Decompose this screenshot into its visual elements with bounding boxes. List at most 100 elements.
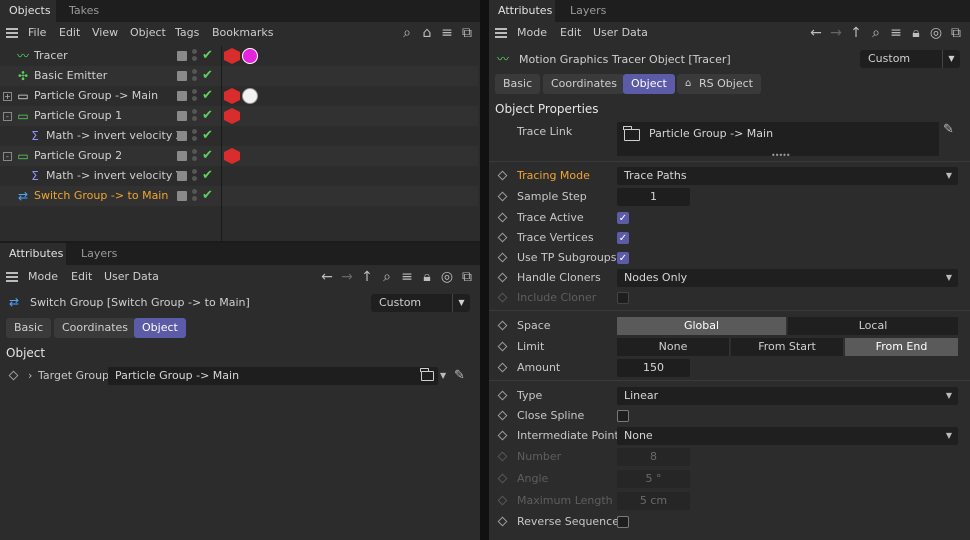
- search-icon[interactable]: ⌕: [398, 22, 416, 44]
- menu-mode[interactable]: Mode: [517, 22, 547, 44]
- basic-button[interactable]: Basic: [6, 318, 52, 338]
- keyframe-diamond-icon[interactable]: [497, 362, 508, 373]
- new-window-icon[interactable]: ⧉: [947, 22, 965, 44]
- enabled-check-icon[interactable]: ✔: [202, 106, 213, 126]
- close-spline-checkbox[interactable]: [617, 410, 629, 422]
- forward-arrow-icon[interactable]: →: [827, 22, 845, 44]
- hamburger-icon[interactable]: [495, 28, 507, 38]
- keyframe-diamond-icon[interactable]: [497, 191, 508, 202]
- keyframe-diamond-icon[interactable]: [497, 410, 508, 421]
- menu-object[interactable]: Object: [130, 22, 166, 44]
- new-window-icon[interactable]: ⧉: [458, 22, 476, 44]
- white-ball-tag-icon[interactable]: [242, 88, 258, 104]
- forward-arrow-icon[interactable]: →: [338, 265, 356, 289]
- tracing-mode-dropdown[interactable]: Trace Paths ▼: [617, 167, 958, 185]
- limit-none-option[interactable]: None: [617, 338, 730, 356]
- limit-from-end-option[interactable]: From End: [845, 338, 958, 356]
- hamburger-icon[interactable]: [6, 272, 18, 282]
- visibility-dots[interactable]: [192, 149, 198, 163]
- tab-layers[interactable]: Layers: [72, 243, 126, 265]
- menu-user-data[interactable]: User Data: [593, 22, 648, 44]
- home-icon[interactable]: ⌂: [418, 22, 436, 44]
- menu-tags[interactable]: Tags: [175, 22, 199, 44]
- keyframe-diamond-icon[interactable]: [497, 232, 508, 243]
- edit-icon[interactable]: [177, 71, 187, 81]
- enabled-check-icon[interactable]: ✔: [202, 66, 213, 86]
- edit-icon[interactable]: [177, 51, 187, 61]
- preset-dropdown[interactable]: Custom ▼: [860, 50, 960, 68]
- handle-cloners-dropdown[interactable]: Nodes Only ▼: [617, 269, 958, 287]
- preset-dropdown[interactable]: Custom ▼: [371, 294, 470, 312]
- reverse-sequence-checkbox[interactable]: [617, 516, 629, 528]
- tree-row-particle-group-2[interactable]: - ▭ Particle Group 2 ✔: [0, 146, 478, 166]
- magenta-ball-tag-icon[interactable]: [242, 48, 258, 64]
- tree-row-math-z[interactable]: Σ Math -> invert velocity Z ✔: [0, 126, 478, 146]
- tree-row-math-y[interactable]: Σ Math -> invert velocity Y ✔: [0, 166, 478, 186]
- visibility-dots[interactable]: [192, 69, 198, 83]
- trace-vertices-checkbox[interactable]: ✓: [617, 232, 629, 244]
- cube-tag-icon[interactable]: [224, 108, 240, 124]
- tab-takes[interactable]: Takes: [60, 0, 108, 22]
- visibility-dots[interactable]: [192, 169, 198, 183]
- new-window-icon[interactable]: ⧉: [458, 265, 476, 289]
- cube-tag-icon[interactable]: [224, 48, 240, 64]
- edit-icon[interactable]: [177, 131, 187, 141]
- tree-row-emitter[interactable]: ✣ Basic Emitter ✔: [0, 66, 478, 86]
- edit-icon[interactable]: [177, 191, 187, 201]
- keyframe-diamond-icon[interactable]: [497, 390, 508, 401]
- cube-tag-icon[interactable]: [224, 148, 240, 164]
- menu-bookmarks[interactable]: Bookmarks: [212, 22, 273, 44]
- chevron-down-icon[interactable]: ▼: [440, 366, 446, 386]
- tree-row-tracer[interactable]: 〰 Tracer ✔: [0, 46, 478, 66]
- visibility-dots[interactable]: [192, 49, 198, 63]
- enabled-check-icon[interactable]: ✔: [202, 186, 213, 206]
- edit-icon[interactable]: [177, 91, 187, 101]
- keyframe-diamond-icon[interactable]: [497, 516, 508, 527]
- menu-edit[interactable]: Edit: [59, 22, 80, 44]
- visibility-dots[interactable]: [192, 129, 198, 143]
- coordinates-button[interactable]: Coordinates: [54, 318, 137, 338]
- expand-icon[interactable]: +: [3, 92, 12, 101]
- tab-attributes[interactable]: Attributes: [489, 0, 555, 22]
- filter-icon[interactable]: ≡: [887, 22, 905, 44]
- picker-icon[interactable]: ✎: [454, 366, 465, 386]
- chevron-right-icon[interactable]: ›: [28, 366, 32, 386]
- keyframe-diamond-icon[interactable]: [497, 272, 508, 283]
- menu-edit[interactable]: Edit: [560, 22, 581, 44]
- collapse-icon[interactable]: -: [3, 112, 12, 121]
- up-arrow-icon[interactable]: ↑: [847, 22, 865, 44]
- enabled-check-icon[interactable]: ✔: [202, 126, 213, 146]
- lock-icon[interactable]: 🔒︎: [418, 265, 436, 289]
- enabled-check-icon[interactable]: ✔: [202, 166, 213, 186]
- tab-layers[interactable]: Layers: [561, 0, 615, 22]
- edit-icon[interactable]: [177, 171, 187, 181]
- back-arrow-icon[interactable]: ←: [318, 265, 336, 289]
- coordinates-button[interactable]: Coordinates: [543, 74, 626, 94]
- type-dropdown[interactable]: Linear ▼: [617, 387, 958, 405]
- rs-object-button[interactable]: ⌂ RS Object: [677, 74, 761, 94]
- lock-icon[interactable]: 🔒︎: [907, 22, 925, 44]
- up-arrow-icon[interactable]: ↑: [358, 265, 376, 289]
- keyframe-diamond-icon[interactable]: [497, 252, 508, 263]
- intermediate-points-dropdown[interactable]: None ▼: [617, 427, 958, 445]
- visibility-dots[interactable]: [192, 89, 198, 103]
- collapse-icon[interactable]: -: [3, 152, 12, 161]
- menu-mode[interactable]: Mode: [28, 265, 58, 289]
- sample-step-field[interactable]: 1: [617, 188, 690, 206]
- folder-icon[interactable]: [420, 368, 434, 381]
- edit-icon[interactable]: [177, 111, 187, 121]
- menu-view[interactable]: View: [92, 22, 118, 44]
- tree-column-divider[interactable]: [221, 46, 222, 241]
- target-icon[interactable]: ◎: [927, 22, 945, 44]
- visibility-dots[interactable]: [192, 189, 198, 203]
- tree-row-switch-group[interactable]: ⇄ Switch Group -> to Main ✔: [0, 186, 478, 206]
- keyframe-diamond-icon[interactable]: [497, 341, 508, 352]
- amount-field[interactable]: 150: [617, 359, 690, 377]
- object-button[interactable]: Object: [623, 74, 675, 94]
- back-arrow-icon[interactable]: ←: [807, 22, 825, 44]
- enabled-check-icon[interactable]: ✔: [202, 46, 213, 66]
- tab-objects[interactable]: Objects: [0, 0, 56, 22]
- space-global-option[interactable]: Global: [617, 317, 787, 335]
- keyframe-diamond-icon[interactable]: [497, 170, 508, 181]
- trace-active-checkbox[interactable]: ✓: [617, 212, 629, 224]
